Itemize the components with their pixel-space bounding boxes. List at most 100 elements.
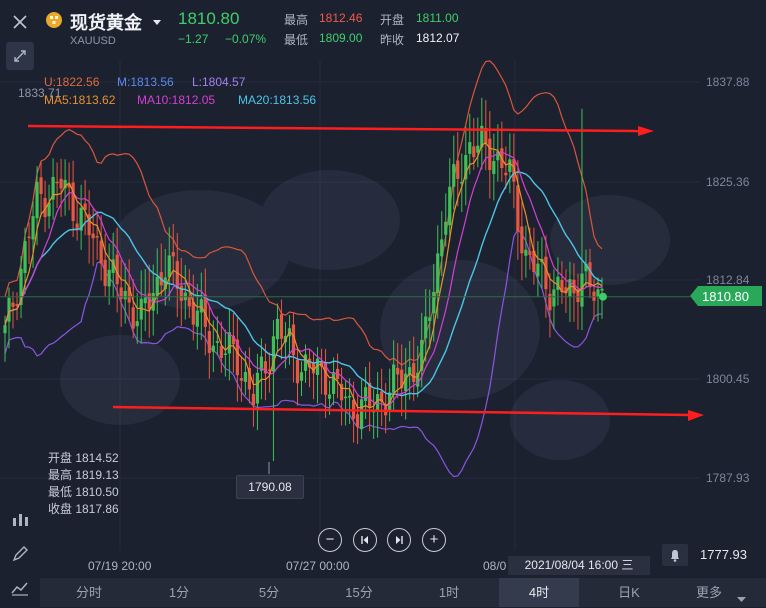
candle-body [516,185,520,232]
prev-close-value: 1812.07 [416,31,460,45]
instrument-symbol: XAUUSD [70,35,116,47]
instrument-name[interactable]: 现货黄金 [70,9,142,35]
low-value: 1809.00 [319,31,363,45]
candle-body [219,345,223,358]
tab-5min[interactable]: 5分 [229,578,309,607]
candle-body [59,178,63,189]
crosshair-time-label: 2021/08/04 16:00 三 [508,556,650,575]
candle-body [107,269,111,287]
tab-daily[interactable]: 日K [589,578,669,607]
candle-body [436,253,440,294]
xtick: 07/27 00:00 [286,559,350,573]
candle-body [295,359,300,384]
candle-body [552,289,556,307]
candle-body [91,233,95,239]
candle-body [444,221,448,235]
tab-more[interactable]: 更多 [679,578,739,607]
ohlc-high: 最高 1819.13 [48,468,119,482]
candle-body [428,317,432,322]
tab-15min[interactable]: 15分 [319,578,399,607]
candle-body [524,249,528,256]
map-blob [550,195,670,285]
support-arrowhead [688,410,704,421]
candle-body [27,236,31,239]
candle-body [147,293,151,310]
line-chart-icon[interactable] [6,574,34,602]
candle-body [432,292,436,314]
candle-body [520,226,524,254]
bell-price: 1777.93 [700,547,747,562]
candle-body [504,172,508,176]
prev-close-label: 昨收 [380,33,405,47]
ma20-label: MA20:1813.56 [238,93,317,107]
zoom-out-button[interactable]: − [318,528,342,552]
scroll-left-button[interactable] [353,528,377,552]
candle-body [359,399,364,430]
candle-body [135,321,139,327]
bell-icon[interactable] [662,544,688,566]
candle-body [143,297,147,304]
boll-upper-label: U:1822.56 [44,75,100,89]
candle-body [243,372,248,382]
tab-1min[interactable]: 1分 [139,578,219,607]
candle-body [99,240,103,264]
draw-icon[interactable] [6,540,34,568]
candle-body [75,223,79,230]
collapse-icon[interactable] [6,42,34,70]
candle-body [600,288,604,291]
candle-body [508,159,512,172]
zoom-in-button[interactable]: + [422,528,446,552]
close-icon[interactable] [6,8,34,36]
boll-mid-label: M:1813.56 [117,75,174,89]
candle-body [23,241,27,273]
candle-body [103,259,107,286]
candle-body [207,331,211,353]
candle-body [355,414,360,427]
more-caret-icon[interactable] [737,590,746,608]
candle-body [187,296,191,307]
ytick: 1812.84 [706,273,750,287]
candle-body [31,216,35,240]
candle-body [544,256,548,290]
boll-lower-label: L:1804.57 [192,75,246,89]
candle-body [488,138,492,170]
world-map-bg [60,170,670,460]
candle-body [424,316,428,339]
candle-body [331,372,336,394]
candle-body [596,289,600,297]
current-price-tag: 1810.80 [690,286,762,306]
candle-body [251,393,256,406]
ohlc-close: 收盘 1817.86 [48,502,119,516]
dropdown-caret-icon[interactable] [152,14,162,32]
current-price: 1810.80 [178,9,240,28]
candle-body [448,186,452,226]
xtick: 08/0 [483,559,507,573]
map-blob [60,335,180,425]
candle-body [195,310,199,327]
min-price-marker: 1790.08 [236,475,304,499]
candle-body [396,367,400,375]
tab-timeshare[interactable]: 分时 [49,578,129,607]
candle-body [347,395,352,398]
ytick: 1837.88 [706,75,750,89]
candle-body [155,276,159,296]
candle-body [123,290,127,300]
tab-1hour[interactable]: 1时 [409,578,489,607]
tab-4hour[interactable]: 4时 [499,578,579,607]
xtick: 07/19 20:00 [88,559,152,573]
candle-body [255,372,260,404]
candle-body [215,341,219,343]
crosshair-dot [599,292,607,301]
candle-body [536,263,540,277]
map-blob [260,170,400,270]
candle-body [35,181,39,219]
open-value: 1811.00 [416,11,459,25]
candle-body [492,161,496,174]
ytick: 1800.45 [706,372,750,386]
candle-body [171,252,175,257]
candle-body [343,396,348,399]
high-label: 最高 [284,13,309,27]
indicator-icon[interactable] [6,506,34,534]
candle-body [211,345,215,352]
scroll-right-button[interactable] [387,528,411,552]
